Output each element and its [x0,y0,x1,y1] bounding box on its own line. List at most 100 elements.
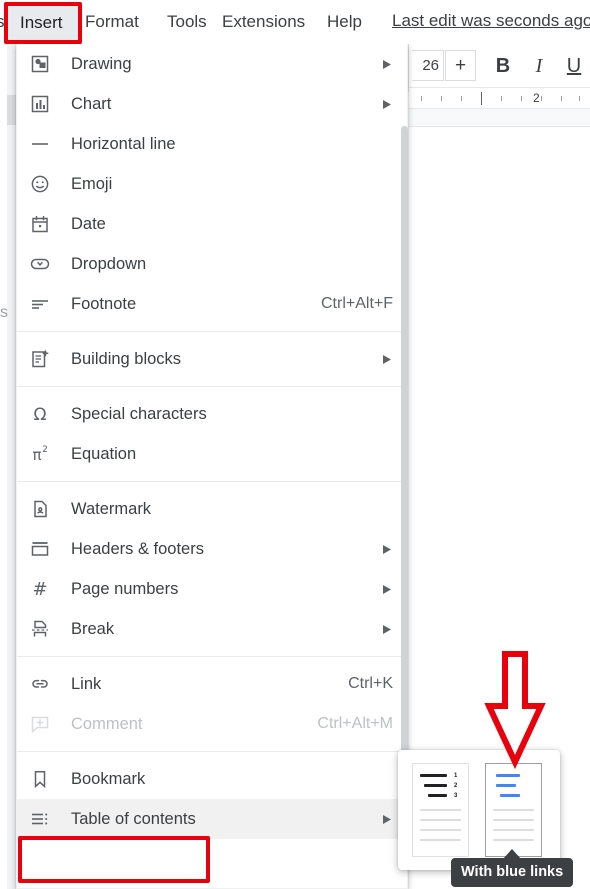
ruler-tick [579,96,580,101]
ruler-tick [561,96,562,101]
red-pointer-arrow [484,650,546,770]
menu-item-label: Horizontal line [71,135,176,153]
menu-item-chart[interactable]: Chart [17,84,407,124]
increase-font-size-button[interactable]: + [445,50,476,81]
menubar-item-help[interactable]: Help [327,11,362,33]
menu-item-date[interactable]: Date [17,204,407,244]
building-blocks-icon [29,348,51,370]
equation-icon: π2 [29,443,51,465]
break-icon [29,618,51,640]
toc-body-line [493,809,534,811]
submenu-arrow-icon [383,624,393,634]
ruler-tick [501,96,502,101]
left-scroll-track-top[interactable] [7,44,16,303]
menu-item-horizontal-line[interactable]: Horizontal line [17,124,407,164]
menu-item-label: Headers & footers [71,540,204,558]
menubar-item-tools[interactable]: Tools [167,11,207,33]
submenu-arrow-icon [383,584,393,594]
menu-item-label: Chart [71,95,112,113]
bookmark-icon [29,768,51,790]
toc-body-line [493,819,534,821]
menu-item-label: Page numbers [71,580,179,598]
menu-separator [17,656,407,657]
ruler-tick [541,96,542,101]
toc-link-line [496,774,520,777]
toc-page-number: 1 [454,773,458,779]
omega-icon: Ω [29,403,51,425]
menu-item-break[interactable]: Break [17,609,407,649]
comment-icon [29,713,51,735]
menu-item-bookmark[interactable]: Bookmark [17,759,407,799]
bold-button[interactable]: B [489,52,517,80]
menu-item-emoji[interactable]: Emoji [17,164,407,204]
menu-item-building-blocks[interactable]: Building blocks [17,339,407,379]
left-partial-text: s [0,304,8,321]
menu-item-table-of-contents[interactable]: Table of contents [17,799,407,839]
ruler-tick [421,96,422,101]
menu-item-label: Building blocks [71,350,182,368]
toc-heading-line [428,794,447,797]
toc-link-line [496,784,516,787]
menu-item-watermark[interactable]: Watermark [17,489,407,529]
menu-item-footnote[interactable]: Footnote Ctrl+Alt+F [17,284,407,324]
menu-item-headers-footers[interactable]: Headers & footers [17,529,407,569]
left-scroll-thumb[interactable] [7,95,16,125]
dropdown-icon [29,253,51,275]
link-icon [29,673,51,695]
menu-item-label: Special characters [71,405,207,423]
ruler-number-label: 2 [533,91,540,105]
toc-page-number: 2 [454,783,458,789]
headers-footers-icon [29,538,51,560]
menu-item-comment: Comment Ctrl+Alt+M [17,704,407,744]
svg-text:Ω: Ω [34,405,47,424]
screenshot-root: 26 + B I U 2 s Drawing Chart Horizontal li… [0,0,590,889]
toc-body-line [420,809,461,811]
ruler-tick [521,96,522,101]
toc-option-with-page-numbers[interactable]: 1 2 3 [412,763,469,857]
submenu-arrow-icon [383,99,393,109]
menubar-item-format[interactable]: Format [85,11,139,33]
toc-body-line [493,839,534,841]
menu-item-label: Comment [71,715,143,733]
toc-page-number: 3 [454,793,458,799]
toc-tooltip: With blue links [451,858,574,887]
toc-option-with-blue-links[interactable] [485,763,542,857]
horizontal-line-icon [29,133,51,155]
toc-icon [29,808,51,830]
toc-link-line [500,794,520,797]
toc-body-line [420,819,461,821]
menu-item-drawing[interactable]: Drawing [17,44,407,84]
menu-item-equation[interactable]: π 2 Equation [17,434,407,474]
insert-menu-body: Drawing Chart Horizontal line Emoji Date Drop… [17,44,407,839]
menu-item-special-characters[interactable]: Ω Special characters [17,394,407,434]
menu-item-label: Watermark [71,500,152,518]
menu-item-label: Equation [71,445,137,463]
drawing-icon [29,53,51,75]
last-edit-status[interactable]: Last edit was seconds ago [392,11,590,31]
menu-item-shortcut: Ctrl+K [348,675,393,692]
menu-item-label: Dropdown [71,255,147,273]
menubar-item-extensions[interactable]: Extensions [222,11,305,33]
document-ruler[interactable]: 2 [409,87,590,109]
menu-item-shortcut: Ctrl+Alt+F [320,295,393,312]
menubar: s Insert Format Tools Extensions Help La… [0,0,590,44]
toc-body-line [420,839,461,841]
menu-item-link[interactable]: Link Ctrl+K [17,664,407,704]
menu-item-label: Footnote [71,295,137,313]
footnote-icon [29,293,51,315]
toc-body-line [493,829,534,831]
menubar-partial-item: s [0,12,5,31]
menu-item-dropdown[interactable]: Dropdown [17,244,407,284]
calendar-icon [29,213,51,235]
menu-separator [17,331,407,332]
menubar-item-insert[interactable]: Insert [20,12,63,34]
menu-separator [17,751,407,752]
left-scroll-track-bottom[interactable] [7,303,16,889]
menu-item-page-numbers[interactable]: # Page numbers [17,569,407,609]
underline-button[interactable]: U [560,52,588,80]
italic-button[interactable]: I [525,52,553,80]
font-size-input[interactable]: 26 [412,50,444,81]
menu-scrollbar-thumb[interactable] [401,126,408,756]
submenu-arrow-icon [383,814,393,824]
svg-text:#: # [32,579,47,599]
